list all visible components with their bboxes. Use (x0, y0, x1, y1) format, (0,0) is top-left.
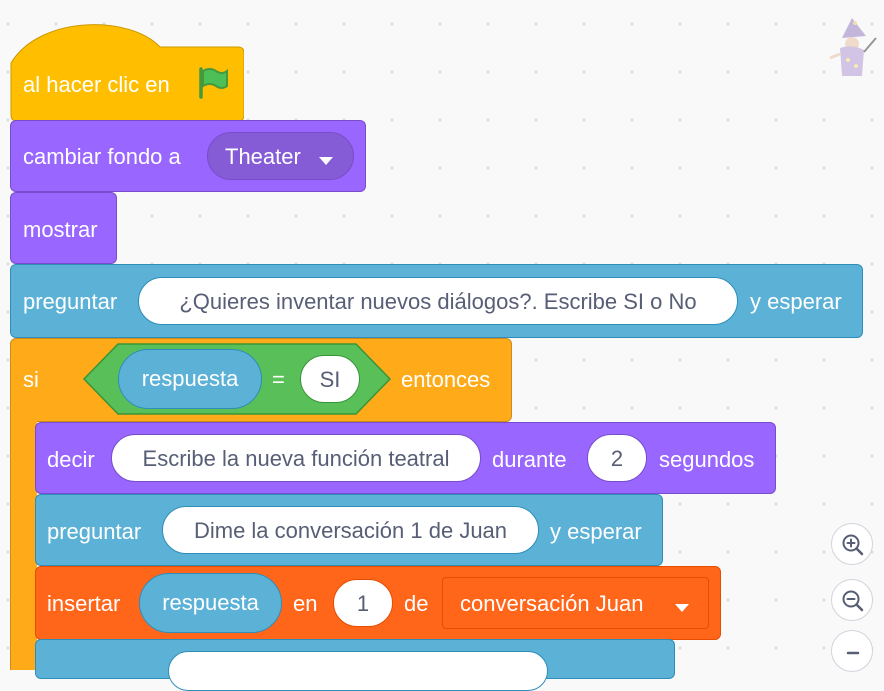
ask2-question-input[interactable]: Dime la conversación 1 de Juan (162, 506, 539, 554)
say-message-input[interactable]: Escribe la nueva función teatral (111, 434, 481, 482)
if-label: si (23, 367, 39, 392)
compare-value-input[interactable]: SI (300, 355, 360, 403)
say-seconds-label: segundos (659, 447, 755, 472)
zoom-reset-icon (846, 651, 860, 655)
zoom-out-button[interactable] (831, 579, 873, 621)
insert-of-label: de (404, 591, 429, 616)
ask-label: preguntar (23, 289, 118, 314)
backdrop-dropdown[interactable]: Theater (207, 132, 354, 180)
list-dropdown-caret-icon (675, 600, 689, 618)
sprite-thumbnail (822, 14, 880, 80)
ask-wait-label: y esperar (750, 289, 842, 314)
backdrop-dropdown-value: Theater (225, 144, 301, 169)
list-dropdown-value: conversación Juan (460, 591, 644, 616)
zoom-out-icon (842, 590, 864, 612)
answer-reporter[interactable]: respuesta (118, 349, 262, 409)
zoom-reset-button[interactable] (831, 630, 873, 672)
list-dropdown[interactable]: conversación Juan (442, 577, 709, 629)
insert-at-label: en (293, 591, 318, 616)
say-label: decir (47, 447, 95, 472)
insert-index-input[interactable]: 1 (333, 579, 393, 627)
switch-backdrop-label: cambiar fondo a (23, 144, 181, 169)
answer-reporter-2[interactable]: respuesta (139, 573, 282, 633)
then-label: entonces (401, 367, 491, 392)
ask-question-input[interactable]: ¿Quieres inventar nuevos diálogos?. Escr… (138, 277, 738, 325)
if-block-arm (10, 410, 37, 670)
insert-label: insertar (47, 591, 121, 616)
show-label: mostrar (23, 217, 98, 242)
hat-label: al hacer clic en (23, 72, 170, 97)
ask2-wait-label: y esperar (550, 519, 642, 544)
equals-sign: = (272, 367, 285, 392)
say-during-label: durante (492, 447, 567, 472)
say-seconds-input[interactable]: 2 (587, 434, 647, 482)
next-ask-input[interactable] (168, 651, 548, 691)
zoom-in-button[interactable] (831, 523, 873, 565)
green-flag-icon (196, 66, 230, 105)
zoom-in-icon (842, 534, 864, 556)
dropdown-caret-icon (319, 153, 333, 171)
ask2-label: preguntar (47, 519, 142, 544)
